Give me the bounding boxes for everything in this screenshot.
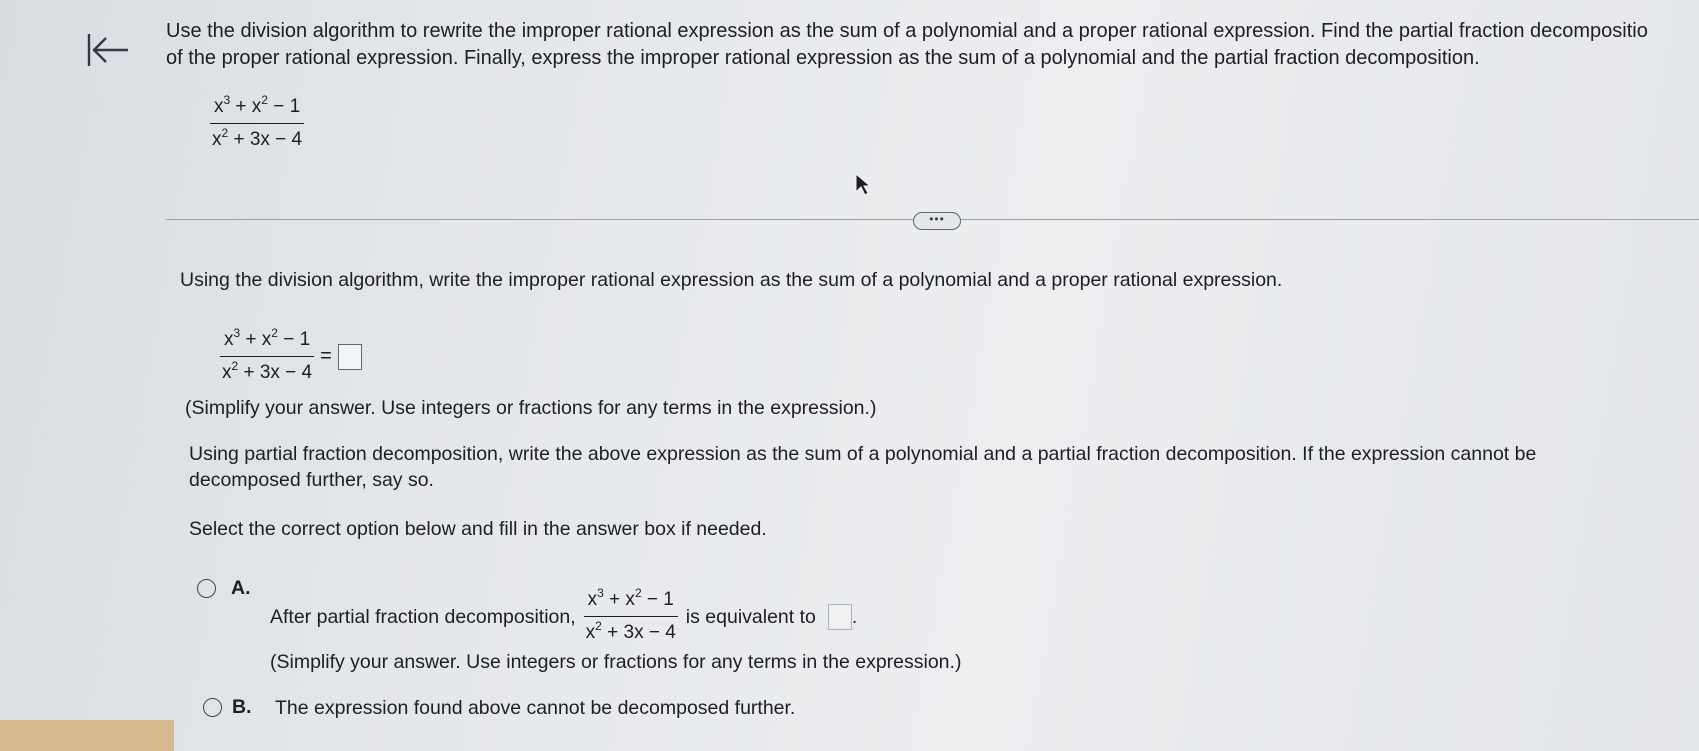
back-to-start-icon	[87, 34, 128, 66]
given-rational-expression: x3 + x2 − 1 x2 + 3x − 4	[208, 94, 306, 152]
problem-instructions: Use the division algorithm to rewrite th…	[166, 18, 1699, 72]
option-a-hint: (Simplify your answer. Use integers or f…	[270, 651, 962, 673]
option-a-period: .	[851, 605, 858, 628]
step1-prompt: Using the division algorithm, write the …	[180, 269, 1283, 291]
fraction-numerator: x3 + x2 − 1	[583, 587, 678, 617]
back-to-start-button[interactable]	[86, 30, 130, 70]
option-b-label: B.	[232, 696, 252, 718]
select-option-prompt: Select the correct option below and fill…	[189, 518, 767, 540]
option-a-label: A.	[231, 577, 251, 599]
mouse-pointer-icon	[855, 172, 872, 202]
step1-hint: (Simplify your answer. Use integers or f…	[185, 397, 877, 419]
fraction-denominator: x2 + 3x − 4	[585, 619, 676, 643]
step1-answer-box[interactable]	[337, 343, 362, 370]
fraction-denominator: x2 + 3x − 4	[212, 126, 303, 150]
fraction-numerator: x3 + x2 − 1	[219, 327, 315, 357]
instructions-line-1: Use the division algorithm to rewrite th…	[166, 20, 1648, 42]
option-a-answer-box[interactable]	[827, 603, 852, 630]
background-strip	[0, 720, 174, 751]
option-a-text-after: is equivalent to	[685, 605, 816, 628]
fraction: x3 + x2 − 1 x2 + 3x − 4	[208, 94, 306, 152]
instructions-line-2: of the proper rational expression. Final…	[166, 47, 1480, 69]
equals-sign: =	[320, 345, 332, 367]
option-b-text: The expression found above cannot be dec…	[275, 697, 796, 719]
step1-equation: x3 + x2 − 1 x2 + 3x − 4 =	[218, 327, 362, 385]
step2-prompt-line-1: Using partial fraction decomposition, wr…	[189, 443, 1537, 465]
option-a-radio[interactable]	[197, 579, 216, 598]
fraction-numerator: x3 + x2 − 1	[209, 94, 305, 124]
fraction-denominator: x2 + 3x − 4	[222, 359, 313, 383]
step2-prompt-line-2: decomposed further, say so.	[189, 469, 434, 491]
fraction: x3 + x2 − 1 x2 + 3x − 4	[218, 327, 316, 385]
expand-more-button[interactable]: •••	[913, 212, 961, 230]
fraction: x3 + x2 − 1 x2 + 3x − 4	[582, 587, 680, 645]
option-a-content: After partial fraction decomposition, x3…	[270, 587, 863, 645]
option-a-text-before: After partial fraction decomposition,	[270, 605, 576, 628]
option-b-radio[interactable]	[203, 698, 222, 717]
